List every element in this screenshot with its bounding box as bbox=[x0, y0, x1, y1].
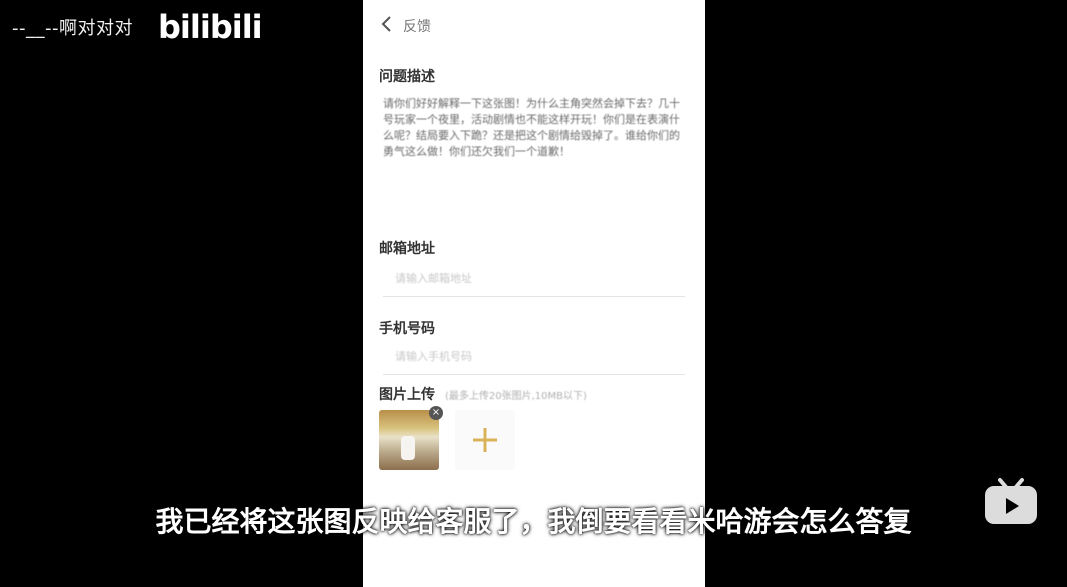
phone-placeholder: 请输入手机号码 bbox=[395, 350, 472, 363]
description-label: 问题描述 bbox=[379, 69, 435, 85]
add-image-button[interactable] bbox=[455, 410, 515, 470]
email-label: 邮箱地址 bbox=[379, 241, 435, 257]
email-field[interactable]: 请输入邮箱地址 bbox=[383, 262, 685, 297]
uploader-watermark: --__--啊对对对 bbox=[12, 18, 133, 39]
feedback-screen: 反馈 问题描述 请你们好好解释一下这张图！为什么主角突然会掉下去？几十号玩家一个… bbox=[363, 0, 705, 587]
upload-hint: (最多上传20张图片,10MB以下) bbox=[445, 391, 587, 402]
phone-label: 手机号码 bbox=[379, 321, 435, 337]
uploaded-image-thumbnail[interactable] bbox=[379, 410, 439, 470]
email-placeholder: 请输入邮箱地址 bbox=[395, 272, 472, 285]
chevron-left-icon[interactable] bbox=[379, 14, 395, 34]
phone-field[interactable]: 请输入手机号码 bbox=[383, 340, 685, 375]
bilibili-logo: bilibili bbox=[158, 8, 263, 46]
description-textarea[interactable]: 请你们好好解释一下这张图！为什么主角突然会掉下去？几十号玩家一个夜里，活动剧情也… bbox=[383, 96, 683, 216]
video-subtitle: 我已经将这张图反映给客服了，我倒要看看米哈游会怎么答复 bbox=[155, 505, 912, 538]
bilibili-tv-icon bbox=[985, 478, 1037, 524]
plus-icon bbox=[473, 428, 497, 452]
nav-title: 反馈 bbox=[403, 19, 431, 35]
nav-bar: 反馈 bbox=[373, 10, 693, 40]
upload-label: 图片上传 bbox=[379, 387, 435, 403]
close-icon[interactable]: × bbox=[429, 406, 443, 420]
thumbnail-figure bbox=[401, 436, 415, 460]
